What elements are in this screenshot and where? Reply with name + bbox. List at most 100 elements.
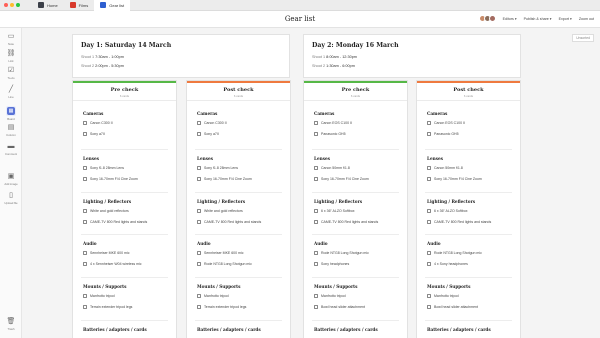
- checklist-item[interactable]: 6 x 36" ALZO Softbox: [314, 209, 355, 213]
- checklist-item[interactable]: Sony 16-70mm F/4 Cine Zoom: [197, 177, 252, 181]
- checklist-item[interactable]: Sony a7II: [83, 132, 105, 136]
- checklist-item[interactable]: Panasonic GH5: [314, 132, 346, 136]
- checklist-column[interactable]: Pre check 6 cards Cameras Canon C300 II Sony…: [72, 80, 177, 338]
- checklist-column[interactable]: Post check 6 cards Cameras Canon C300 II Son…: [186, 80, 291, 338]
- sidebar-item-trash[interactable]: 🗑 Trash: [0, 318, 22, 331]
- checkbox[interactable]: [83, 209, 87, 213]
- checklist-item[interactable]: Sennheiser MKE 600 mic: [197, 251, 244, 255]
- checklist-item[interactable]: White and gold reflectors: [197, 209, 243, 213]
- sidebar-item-upload-file[interactable]: ▯ Upload file: [0, 192, 22, 205]
- checklist-column[interactable]: Post check 6 cards Cameras Canon EOS C100 I…: [416, 80, 521, 338]
- publish-share-button[interactable]: Publish & share ▾: [524, 17, 552, 21]
- checkbox[interactable]: [314, 305, 318, 309]
- tab-gear-list[interactable]: Gear list: [94, 0, 131, 11]
- checklist-item[interactable]: Sony 16-70mm F/4 Cine Zoom: [427, 177, 482, 181]
- checkbox[interactable]: [197, 251, 201, 255]
- checklist-item[interactable]: CAME-TV 800 Red lights and stands: [427, 220, 491, 224]
- checkbox[interactable]: [197, 294, 201, 298]
- day-card[interactable]: Day 2: Monday 16 March Shoot 1 8:00am - …: [303, 34, 521, 78]
- checklist-item[interactable]: Canon EOS C100 II: [314, 121, 352, 125]
- checkbox[interactable]: [314, 220, 318, 224]
- checkbox[interactable]: [314, 262, 318, 266]
- checkbox[interactable]: [197, 121, 201, 125]
- checklist-item[interactable]: White and gold reflectors: [83, 209, 129, 213]
- checkbox[interactable]: [427, 262, 431, 266]
- checkbox[interactable]: [427, 251, 431, 255]
- checkbox[interactable]: [83, 177, 87, 181]
- checklist-item[interactable]: Terrain extender tripod legs: [83, 305, 132, 309]
- checkbox[interactable]: [314, 177, 318, 181]
- checkbox[interactable]: [314, 166, 318, 170]
- sidebar-item-todo[interactable]: ☑ To-do: [0, 67, 22, 80]
- checkbox[interactable]: [197, 166, 201, 170]
- checklist-item[interactable]: CAME-TV 800 Red lights and stands: [83, 220, 147, 224]
- sidebar-item-column[interactable]: ▤ Column: [0, 124, 22, 137]
- checkbox[interactable]: [83, 305, 87, 309]
- checkbox[interactable]: [197, 305, 201, 309]
- checkbox[interactable]: [197, 177, 201, 181]
- unsorted-button[interactable]: Unsorted: [572, 34, 594, 42]
- checklist-item[interactable]: Manfrotto tripod: [314, 294, 346, 298]
- checkbox[interactable]: [83, 294, 87, 298]
- checkbox[interactable]: [314, 121, 318, 125]
- checkbox[interactable]: [427, 132, 431, 136]
- editors-button[interactable]: Editors ▾: [503, 17, 517, 21]
- checklist-item[interactable]: Rode NTG8 Long Shotgun mic: [197, 262, 252, 266]
- checklist-item[interactable]: 4 x Sennheiser W04 wireless mic: [83, 262, 142, 266]
- checkbox[interactable]: [83, 166, 87, 170]
- checklist-item[interactable]: Bowl head slider attachment: [427, 305, 478, 309]
- sidebar-item-note[interactable]: ▭ Note: [0, 33, 22, 46]
- checklist-item[interactable]: Canon 50mm f/1.8: [427, 166, 463, 170]
- checklist-item[interactable]: Canon 50mm f/1.8: [314, 166, 350, 170]
- sidebar-item-line[interactable]: ╱ Line: [0, 86, 22, 99]
- checklist-item[interactable]: Sony f1.8 28mm Lens: [197, 166, 238, 170]
- close-window-button[interactable]: [4, 3, 8, 7]
- checklist-item[interactable]: Sennheiser MKE 600 mic: [83, 251, 130, 255]
- checklist-item[interactable]: Manfrotto tripod: [427, 294, 459, 298]
- checkbox[interactable]: [197, 132, 201, 136]
- sidebar-item-board[interactable]: ▦ Board: [0, 106, 22, 121]
- checklist-item[interactable]: CAME-TV 800 Red lights and stands: [314, 220, 378, 224]
- checkbox[interactable]: [83, 251, 87, 255]
- checkbox[interactable]: [427, 305, 431, 309]
- zoom-out-button[interactable]: Zoom out: [579, 17, 594, 21]
- checklist-item[interactable]: 6 x 36" ALZO Softbox: [427, 209, 468, 213]
- checkbox[interactable]: [427, 220, 431, 224]
- checkbox[interactable]: [314, 251, 318, 255]
- checkbox[interactable]: [197, 220, 201, 224]
- checklist-item[interactable]: 4 x Sony headphones: [427, 262, 468, 266]
- checklist-item[interactable]: Canon EOS C100 II: [427, 121, 465, 125]
- collaborator-avatars[interactable]: [478, 15, 496, 22]
- checklist-item[interactable]: Canon C300 II: [197, 121, 227, 125]
- checklist-item[interactable]: Rode NTG8 Long Shotgun mic: [314, 251, 369, 255]
- checkbox[interactable]: [83, 262, 87, 266]
- checkbox[interactable]: [427, 166, 431, 170]
- checklist-item[interactable]: Sony f1.8 28mm Lens: [83, 166, 124, 170]
- checklist-item[interactable]: Bowl head slider attachment: [314, 305, 365, 309]
- checkbox[interactable]: [83, 121, 87, 125]
- checkbox[interactable]: [427, 177, 431, 181]
- checklist-item[interactable]: Manfrotto tripod: [83, 294, 115, 298]
- checklist-item[interactable]: Rode NTG8 Long Shotgun mic: [427, 251, 482, 255]
- checkbox[interactable]: [427, 121, 431, 125]
- checklist-item[interactable]: Sony 16-70mm F/4 Cine Zoom: [83, 177, 138, 181]
- export-button[interactable]: Export ▾: [559, 17, 572, 21]
- checklist-column[interactable]: Pre check 6 cards Cameras Canon EOS C100 II…: [303, 80, 408, 338]
- checklist-item[interactable]: Sony headphones: [314, 262, 349, 266]
- checklist-item[interactable]: Manfrotto tripod: [197, 294, 229, 298]
- checklist-item[interactable]: Sony a7II: [197, 132, 219, 136]
- checkbox[interactable]: [314, 294, 318, 298]
- zoom-window-button[interactable]: [16, 3, 20, 7]
- tab-films[interactable]: Films: [64, 0, 95, 11]
- sidebar-item-comment[interactable]: ▬ Comment: [0, 143, 22, 156]
- checkbox[interactable]: [427, 294, 431, 298]
- checkbox[interactable]: [83, 220, 87, 224]
- checkbox[interactable]: [197, 209, 201, 213]
- checkbox[interactable]: [83, 132, 87, 136]
- checkbox[interactable]: [427, 209, 431, 213]
- checklist-item[interactable]: CAME-TV 800 Red lights and stands: [197, 220, 261, 224]
- checklist-item[interactable]: Canon C300 II: [83, 121, 113, 125]
- day-card[interactable]: Day 1: Saturday 14 March Shoot 1 7:30am …: [72, 34, 290, 78]
- checkbox[interactable]: [314, 209, 318, 213]
- minimize-window-button[interactable]: [10, 3, 14, 7]
